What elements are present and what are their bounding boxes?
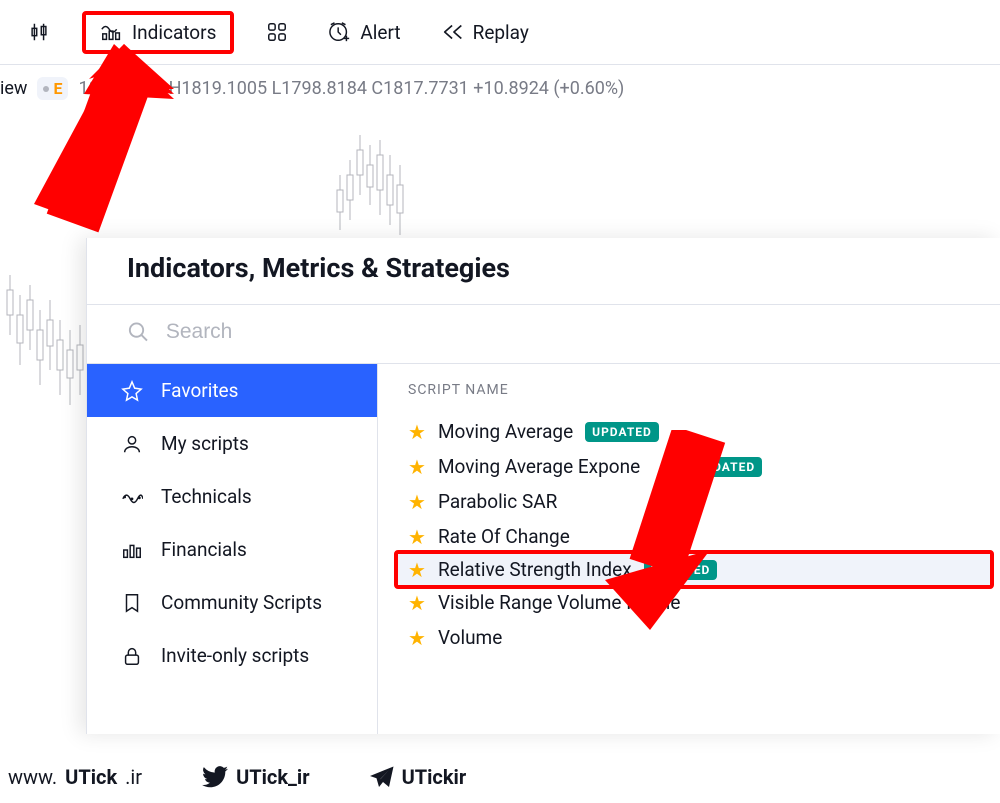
status-line: iew E 1810.9521 H1819.1005 L1798.8184 C1… bbox=[0, 65, 1000, 112]
indicators-modal: Indicators, Metrics & Strategies Favorit… bbox=[86, 238, 1000, 734]
script-name: Relative Strength Index bbox=[438, 558, 632, 581]
candlestick-icon bbox=[28, 21, 50, 43]
sidebar-item-label: Financials bbox=[161, 538, 247, 561]
script-name: Moving Average bbox=[438, 420, 573, 443]
script-row-rsi[interactable]: ★ Relative Strength Index UPDATED bbox=[394, 550, 994, 589]
lock-icon bbox=[121, 645, 143, 667]
updated-badge: UPDATED bbox=[585, 422, 659, 442]
telegram-icon bbox=[370, 766, 394, 788]
sidebar-item-community[interactable]: Community Scripts bbox=[87, 576, 377, 629]
sidebar-item-label: Community Scripts bbox=[161, 591, 322, 614]
grid-icon bbox=[266, 21, 288, 43]
star-filled-icon: ★ bbox=[408, 422, 426, 442]
sidebar-item-label: Favorites bbox=[161, 379, 238, 402]
footer-bold: UTick bbox=[65, 765, 117, 789]
sidebar-item-label: My scripts bbox=[161, 432, 249, 455]
script-list: SCRIPT NAME ★ Moving Average UPDATED ★ M… bbox=[378, 364, 1000, 734]
script-row[interactable]: ★ Volume bbox=[398, 620, 990, 655]
user-icon bbox=[121, 433, 143, 455]
alert-button[interactable]: Alert bbox=[320, 17, 408, 48]
top-toolbar: Indicators Alert Replay bbox=[0, 0, 1000, 65]
sidebar-item-label: Invite-only scripts bbox=[161, 644, 309, 667]
sidebar-item-invite-only[interactable]: Invite-only scripts bbox=[87, 629, 377, 682]
footer-telegram-handle: UTickir bbox=[402, 765, 467, 789]
script-name: Volume bbox=[438, 626, 502, 649]
footer-site: www. UTick .ir bbox=[8, 765, 142, 789]
alert-label: Alert bbox=[360, 21, 400, 44]
replay-button[interactable]: Replay bbox=[433, 17, 537, 48]
sidebar-item-my-scripts[interactable]: My scripts bbox=[87, 417, 377, 470]
updated-badge: UPDATED bbox=[688, 457, 762, 477]
category-sidebar: Favorites My scripts Technicals Financia… bbox=[87, 364, 378, 734]
list-header: SCRIPT NAME bbox=[398, 382, 990, 414]
sidebar-item-financials[interactable]: Financials bbox=[87, 523, 377, 576]
footer-suffix: .ir bbox=[125, 765, 142, 789]
star-filled-icon: ★ bbox=[408, 457, 426, 477]
view-fragment: iew bbox=[0, 78, 27, 99]
bookmark-icon bbox=[121, 592, 143, 614]
star-filled-icon: ★ bbox=[408, 527, 426, 547]
search-input[interactable] bbox=[164, 319, 960, 345]
footer-prefix: www. bbox=[8, 765, 57, 789]
pill-letter: E bbox=[53, 79, 62, 98]
script-row[interactable]: ★ Moving Average Exponential UPDATED bbox=[398, 449, 990, 484]
replay-label: Replay bbox=[473, 21, 529, 44]
script-row[interactable]: ★ Rate Of Change bbox=[398, 519, 990, 554]
indicators-button[interactable]: Indicators bbox=[82, 11, 234, 54]
wave-icon bbox=[121, 486, 143, 508]
indicators-label: Indicators bbox=[132, 21, 216, 44]
script-name: Moving Average Exponential bbox=[438, 455, 677, 478]
search-icon bbox=[127, 320, 150, 344]
star-filled-icon: ★ bbox=[408, 492, 426, 512]
sidebar-item-favorites[interactable]: Favorites bbox=[87, 364, 377, 417]
footer: www. UTick .ir UTick_ir UTickir bbox=[0, 765, 466, 789]
star-filled-icon: ★ bbox=[408, 593, 426, 613]
alert-icon bbox=[328, 21, 352, 43]
script-row[interactable]: ★ Parabolic SAR bbox=[398, 484, 990, 519]
dot-icon bbox=[43, 86, 49, 92]
bars-icon bbox=[121, 539, 143, 561]
star-filled-icon: ★ bbox=[408, 560, 426, 580]
footer-twitter: UTick_ir bbox=[202, 765, 310, 789]
modal-search-row bbox=[87, 304, 1000, 364]
modal-title: Indicators, Metrics & Strategies bbox=[127, 252, 960, 284]
star-icon bbox=[121, 380, 143, 402]
replay-icon bbox=[441, 21, 465, 43]
indicators-icon bbox=[100, 21, 124, 43]
star-filled-icon: ★ bbox=[408, 628, 426, 648]
script-name: Parabolic SAR bbox=[438, 490, 557, 513]
candles-button[interactable] bbox=[20, 17, 58, 47]
script-name: Rate Of Change bbox=[438, 525, 570, 548]
script-name: Visible Range Volume Profile bbox=[438, 591, 681, 614]
symbol-pill[interactable]: E bbox=[37, 77, 68, 100]
footer-twitter-handle: UTick_ir bbox=[236, 765, 310, 789]
modal-header: Indicators, Metrics & Strategies bbox=[87, 238, 1000, 304]
footer-telegram: UTickir bbox=[370, 765, 467, 789]
sidebar-item-technicals[interactable]: Technicals bbox=[87, 470, 377, 523]
ohlc-readout: 1810.9521 H1819.1005 L1798.8184 C1817.77… bbox=[78, 78, 624, 99]
script-row[interactable]: ★ Visible Range Volume Profile bbox=[398, 585, 990, 620]
templates-button[interactable] bbox=[258, 17, 296, 47]
twitter-icon bbox=[202, 766, 228, 788]
script-row[interactable]: ★ Moving Average UPDATED bbox=[398, 414, 990, 449]
updated-badge: UPDATED bbox=[644, 560, 718, 580]
sidebar-item-label: Technicals bbox=[161, 485, 252, 508]
